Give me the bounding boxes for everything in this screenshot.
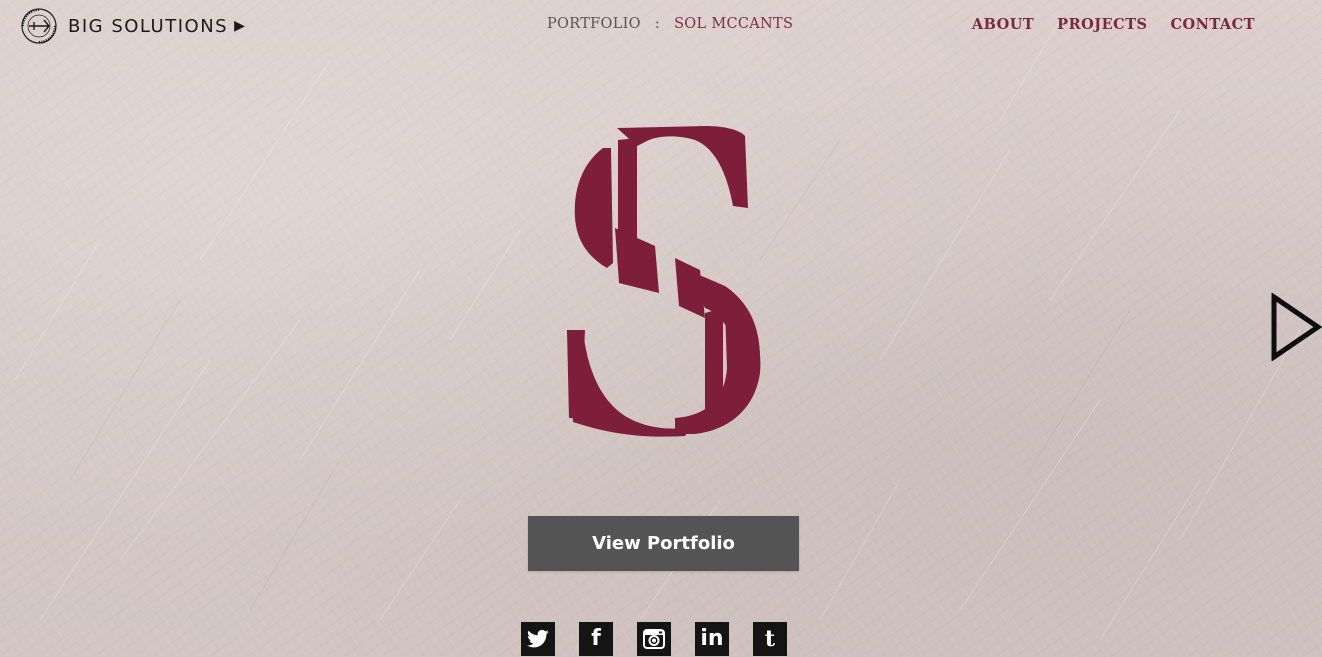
nav-projects[interactable]: PROJECTS: [1057, 16, 1147, 33]
view-portfolio-button[interactable]: View Portfolio: [528, 516, 799, 571]
facebook-glyph: f: [591, 626, 601, 651]
brand-logo[interactable]: BIG SOLUTIONS ▶: [16, 6, 246, 46]
monogram-s-logo: [567, 126, 761, 437]
twitter-icon[interactable]: [521, 622, 555, 656]
main-nav: ABOUT PROJECTS CONTACT: [972, 16, 1255, 33]
next-slide-arrow-icon[interactable]: [1270, 293, 1322, 361]
tumblr-glyph: t: [764, 626, 776, 652]
brand-badge-icon: [21, 8, 57, 44]
instagram-icon[interactable]: [637, 622, 671, 656]
breadcrumb-section: PORTFOLIO: [547, 16, 641, 32]
tumblr-icon[interactable]: t: [753, 622, 787, 656]
breadcrumb-separator: :: [654, 16, 661, 32]
social-links: f in t: [521, 622, 787, 656]
facebook-icon[interactable]: f: [579, 622, 613, 656]
breadcrumb: PORTFOLIO : SOL MCCANTS: [547, 16, 793, 32]
nav-about[interactable]: ABOUT: [972, 16, 1034, 33]
nav-contact[interactable]: CONTACT: [1170, 16, 1255, 33]
brand-name: BIG SOLUTIONS: [68, 15, 229, 37]
brand-arrow-icon: ▶: [234, 18, 247, 34]
linkedin-glyph: in: [700, 626, 724, 651]
breadcrumb-name: SOL MCCANTS: [674, 16, 794, 32]
linkedin-icon[interactable]: in: [695, 622, 729, 656]
